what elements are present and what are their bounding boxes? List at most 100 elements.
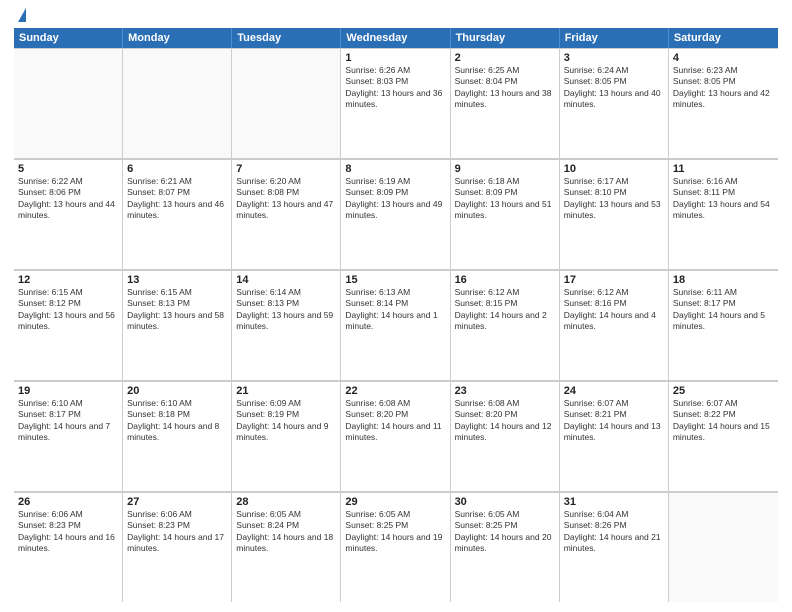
day-cell-21: 21Sunrise: 6:09 AM Sunset: 8:19 PM Dayli… xyxy=(232,381,341,491)
day-cell-16: 16Sunrise: 6:12 AM Sunset: 8:15 PM Dayli… xyxy=(451,270,560,380)
day-info-2: Sunrise: 6:25 AM Sunset: 8:04 PM Dayligh… xyxy=(455,65,555,111)
day-cell-13: 13Sunrise: 6:15 AM Sunset: 8:13 PM Dayli… xyxy=(123,270,232,380)
day-info-28: Sunrise: 6:05 AM Sunset: 8:24 PM Dayligh… xyxy=(236,509,336,555)
day-number-11: 11 xyxy=(673,163,774,175)
logo xyxy=(14,10,26,22)
day-number-24: 24 xyxy=(564,385,664,397)
calendar-row-1: 5Sunrise: 6:22 AM Sunset: 8:06 PM Daylig… xyxy=(14,159,778,270)
day-number-13: 13 xyxy=(127,274,227,286)
day-cell-11: 11Sunrise: 6:16 AM Sunset: 8:11 PM Dayli… xyxy=(669,159,778,269)
day-info-15: Sunrise: 6:13 AM Sunset: 8:14 PM Dayligh… xyxy=(345,287,445,333)
empty-cell-r0-c1 xyxy=(123,48,232,158)
day-number-22: 22 xyxy=(345,385,445,397)
day-number-20: 20 xyxy=(127,385,227,397)
day-cell-26: 26Sunrise: 6:06 AM Sunset: 8:23 PM Dayli… xyxy=(14,492,123,602)
day-number-26: 26 xyxy=(18,496,118,508)
logo-triangle-icon xyxy=(18,8,26,22)
day-info-7: Sunrise: 6:20 AM Sunset: 8:08 PM Dayligh… xyxy=(236,176,336,222)
day-number-17: 17 xyxy=(564,274,664,286)
day-info-11: Sunrise: 6:16 AM Sunset: 8:11 PM Dayligh… xyxy=(673,176,774,222)
calendar-body: 1Sunrise: 6:26 AM Sunset: 8:03 PM Daylig… xyxy=(14,48,778,602)
day-info-4: Sunrise: 6:23 AM Sunset: 8:05 PM Dayligh… xyxy=(673,65,774,111)
day-info-8: Sunrise: 6:19 AM Sunset: 8:09 PM Dayligh… xyxy=(345,176,445,222)
weekday-header-thursday: Thursday xyxy=(451,28,560,48)
day-number-30: 30 xyxy=(455,496,555,508)
day-cell-18: 18Sunrise: 6:11 AM Sunset: 8:17 PM Dayli… xyxy=(669,270,778,380)
weekday-header-tuesday: Tuesday xyxy=(232,28,341,48)
day-cell-1: 1Sunrise: 6:26 AM Sunset: 8:03 PM Daylig… xyxy=(341,48,450,158)
day-number-3: 3 xyxy=(564,52,664,64)
day-info-23: Sunrise: 6:08 AM Sunset: 8:20 PM Dayligh… xyxy=(455,398,555,444)
day-info-17: Sunrise: 6:12 AM Sunset: 8:16 PM Dayligh… xyxy=(564,287,664,333)
day-info-26: Sunrise: 6:06 AM Sunset: 8:23 PM Dayligh… xyxy=(18,509,118,555)
day-cell-22: 22Sunrise: 6:08 AM Sunset: 8:20 PM Dayli… xyxy=(341,381,450,491)
weekday-header-friday: Friday xyxy=(560,28,669,48)
day-number-15: 15 xyxy=(345,274,445,286)
day-info-6: Sunrise: 6:21 AM Sunset: 8:07 PM Dayligh… xyxy=(127,176,227,222)
day-cell-10: 10Sunrise: 6:17 AM Sunset: 8:10 PM Dayli… xyxy=(560,159,669,269)
day-info-1: Sunrise: 6:26 AM Sunset: 8:03 PM Dayligh… xyxy=(345,65,445,111)
day-number-1: 1 xyxy=(345,52,445,64)
day-cell-23: 23Sunrise: 6:08 AM Sunset: 8:20 PM Dayli… xyxy=(451,381,560,491)
calendar-header: SundayMondayTuesdayWednesdayThursdayFrid… xyxy=(14,28,778,48)
day-number-25: 25 xyxy=(673,385,774,397)
empty-cell-r0-c0 xyxy=(14,48,123,158)
day-info-31: Sunrise: 6:04 AM Sunset: 8:26 PM Dayligh… xyxy=(564,509,664,555)
day-number-8: 8 xyxy=(345,163,445,175)
day-cell-19: 19Sunrise: 6:10 AM Sunset: 8:17 PM Dayli… xyxy=(14,381,123,491)
day-number-16: 16 xyxy=(455,274,555,286)
day-number-7: 7 xyxy=(236,163,336,175)
day-info-12: Sunrise: 6:15 AM Sunset: 8:12 PM Dayligh… xyxy=(18,287,118,333)
day-info-21: Sunrise: 6:09 AM Sunset: 8:19 PM Dayligh… xyxy=(236,398,336,444)
day-number-2: 2 xyxy=(455,52,555,64)
calendar: SundayMondayTuesdayWednesdayThursdayFrid… xyxy=(14,28,778,602)
day-cell-15: 15Sunrise: 6:13 AM Sunset: 8:14 PM Dayli… xyxy=(341,270,450,380)
day-cell-6: 6Sunrise: 6:21 AM Sunset: 8:07 PM Daylig… xyxy=(123,159,232,269)
day-info-5: Sunrise: 6:22 AM Sunset: 8:06 PM Dayligh… xyxy=(18,176,118,222)
day-info-29: Sunrise: 6:05 AM Sunset: 8:25 PM Dayligh… xyxy=(345,509,445,555)
day-info-22: Sunrise: 6:08 AM Sunset: 8:20 PM Dayligh… xyxy=(345,398,445,444)
page: SundayMondayTuesdayWednesdayThursdayFrid… xyxy=(0,0,792,612)
day-info-24: Sunrise: 6:07 AM Sunset: 8:21 PM Dayligh… xyxy=(564,398,664,444)
day-cell-14: 14Sunrise: 6:14 AM Sunset: 8:13 PM Dayli… xyxy=(232,270,341,380)
day-number-19: 19 xyxy=(18,385,118,397)
day-number-21: 21 xyxy=(236,385,336,397)
day-number-28: 28 xyxy=(236,496,336,508)
empty-cell-r0-c2 xyxy=(232,48,341,158)
day-number-18: 18 xyxy=(673,274,774,286)
day-number-10: 10 xyxy=(564,163,664,175)
day-cell-4: 4Sunrise: 6:23 AM Sunset: 8:05 PM Daylig… xyxy=(669,48,778,158)
calendar-row-2: 12Sunrise: 6:15 AM Sunset: 8:12 PM Dayli… xyxy=(14,270,778,381)
day-number-6: 6 xyxy=(127,163,227,175)
day-cell-7: 7Sunrise: 6:20 AM Sunset: 8:08 PM Daylig… xyxy=(232,159,341,269)
day-cell-9: 9Sunrise: 6:18 AM Sunset: 8:09 PM Daylig… xyxy=(451,159,560,269)
day-cell-17: 17Sunrise: 6:12 AM Sunset: 8:16 PM Dayli… xyxy=(560,270,669,380)
day-cell-31: 31Sunrise: 6:04 AM Sunset: 8:26 PM Dayli… xyxy=(560,492,669,602)
day-cell-24: 24Sunrise: 6:07 AM Sunset: 8:21 PM Dayli… xyxy=(560,381,669,491)
calendar-row-4: 26Sunrise: 6:06 AM Sunset: 8:23 PM Dayli… xyxy=(14,492,778,602)
day-cell-3: 3Sunrise: 6:24 AM Sunset: 8:05 PM Daylig… xyxy=(560,48,669,158)
day-cell-20: 20Sunrise: 6:10 AM Sunset: 8:18 PM Dayli… xyxy=(123,381,232,491)
day-number-29: 29 xyxy=(345,496,445,508)
day-number-5: 5 xyxy=(18,163,118,175)
day-info-9: Sunrise: 6:18 AM Sunset: 8:09 PM Dayligh… xyxy=(455,176,555,222)
day-info-10: Sunrise: 6:17 AM Sunset: 8:10 PM Dayligh… xyxy=(564,176,664,222)
day-cell-28: 28Sunrise: 6:05 AM Sunset: 8:24 PM Dayli… xyxy=(232,492,341,602)
day-cell-25: 25Sunrise: 6:07 AM Sunset: 8:22 PM Dayli… xyxy=(669,381,778,491)
day-info-20: Sunrise: 6:10 AM Sunset: 8:18 PM Dayligh… xyxy=(127,398,227,444)
day-number-27: 27 xyxy=(127,496,227,508)
day-info-3: Sunrise: 6:24 AM Sunset: 8:05 PM Dayligh… xyxy=(564,65,664,111)
day-cell-5: 5Sunrise: 6:22 AM Sunset: 8:06 PM Daylig… xyxy=(14,159,123,269)
header xyxy=(14,10,778,22)
day-cell-29: 29Sunrise: 6:05 AM Sunset: 8:25 PM Dayli… xyxy=(341,492,450,602)
day-number-4: 4 xyxy=(673,52,774,64)
day-info-19: Sunrise: 6:10 AM Sunset: 8:17 PM Dayligh… xyxy=(18,398,118,444)
day-number-9: 9 xyxy=(455,163,555,175)
day-info-18: Sunrise: 6:11 AM Sunset: 8:17 PM Dayligh… xyxy=(673,287,774,333)
day-cell-27: 27Sunrise: 6:06 AM Sunset: 8:23 PM Dayli… xyxy=(123,492,232,602)
day-cell-8: 8Sunrise: 6:19 AM Sunset: 8:09 PM Daylig… xyxy=(341,159,450,269)
weekday-header-saturday: Saturday xyxy=(669,28,778,48)
calendar-row-3: 19Sunrise: 6:10 AM Sunset: 8:17 PM Dayli… xyxy=(14,381,778,492)
calendar-row-0: 1Sunrise: 6:26 AM Sunset: 8:03 PM Daylig… xyxy=(14,48,778,159)
day-cell-12: 12Sunrise: 6:15 AM Sunset: 8:12 PM Dayli… xyxy=(14,270,123,380)
